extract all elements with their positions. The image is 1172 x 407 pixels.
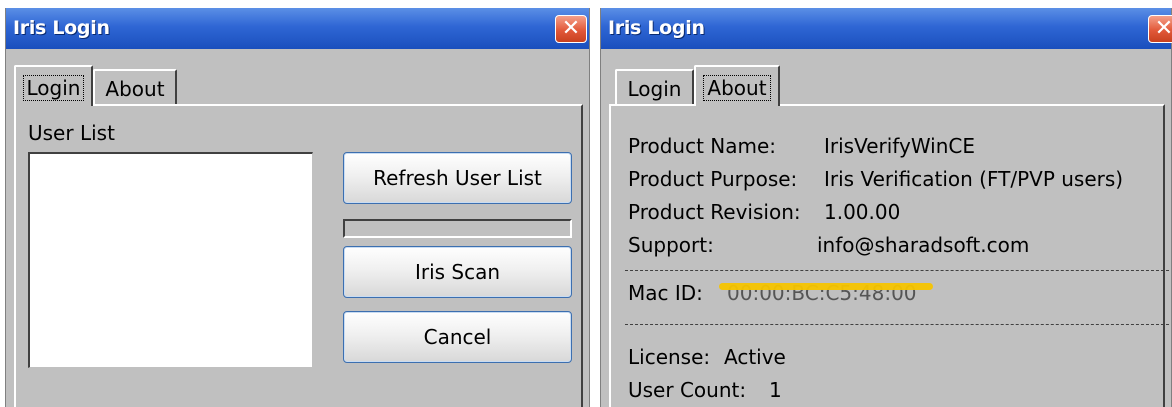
title-bar[interactable]: Iris Login ✕ <box>601 8 1172 49</box>
user-list-label: User List <box>28 121 115 145</box>
support-value: info@sharadsoft.com <box>817 233 1030 257</box>
close-button[interactable]: ✕ <box>555 15 587 43</box>
login-tab-panel: User List Refresh User List Iris Scan Ca… <box>14 104 583 407</box>
close-icon: ✕ <box>561 16 581 41</box>
cancel-button[interactable]: Cancel <box>343 311 572 363</box>
product-name-label: Product Name: <box>628 134 777 158</box>
user-count-value: 1 <box>769 378 782 402</box>
tab-login-label: Login <box>22 74 85 101</box>
tab-about[interactable]: About <box>93 69 177 105</box>
product-purpose-label: Product Purpose: <box>628 167 798 191</box>
iris-scan-button[interactable]: Iris Scan <box>343 246 572 298</box>
product-purpose-value: Iris Verification (FT/PVP users) <box>824 167 1124 191</box>
title-bar[interactable]: Iris Login ✕ <box>6 8 589 49</box>
dialog-client-area: Login About Product Name: IrisVerifyWinC… <box>607 58 1169 407</box>
window-title: Iris Login <box>13 17 110 39</box>
product-revision-value: 1.00.00 <box>824 200 901 224</box>
window-title: Iris Login <box>608 17 705 39</box>
user-count-label: User Count: <box>628 378 747 402</box>
redaction-highlight <box>719 283 933 290</box>
separator-top <box>625 270 1169 271</box>
product-revision-label: Product Revision: <box>628 200 801 224</box>
close-button[interactable]: ✕ <box>1148 15 1172 43</box>
about-tab-panel: Product Name: IrisVerifyWinCE Product Pu… <box>609 104 1169 407</box>
close-icon: ✕ <box>1154 16 1172 41</box>
dialog-client-area: Login About User List Refresh User List … <box>12 58 583 407</box>
tab-about[interactable]: About <box>694 65 780 106</box>
login-window: Iris Login ✕ Login About User List Refre… <box>5 8 590 407</box>
license-value: Active <box>724 345 786 369</box>
separator-bottom <box>625 324 1169 325</box>
support-label: Support: <box>628 233 714 257</box>
tab-login-label: Login <box>627 77 682 101</box>
tab-about-label: About <box>703 74 771 101</box>
user-list[interactable] <box>28 152 313 368</box>
product-name-value: IrisVerifyWinCE <box>824 134 976 158</box>
mac-id-label: Mac ID: <box>628 281 703 305</box>
scan-progress-bar <box>343 219 572 238</box>
refresh-user-list-button[interactable]: Refresh User List <box>343 152 572 204</box>
about-window: Iris Login ✕ Login About Product Name: I… <box>600 8 1172 407</box>
tab-login[interactable]: Login <box>14 65 93 106</box>
license-label: License: <box>628 345 711 369</box>
tab-about-label: About <box>105 77 165 101</box>
tab-login[interactable]: Login <box>615 69 694 105</box>
